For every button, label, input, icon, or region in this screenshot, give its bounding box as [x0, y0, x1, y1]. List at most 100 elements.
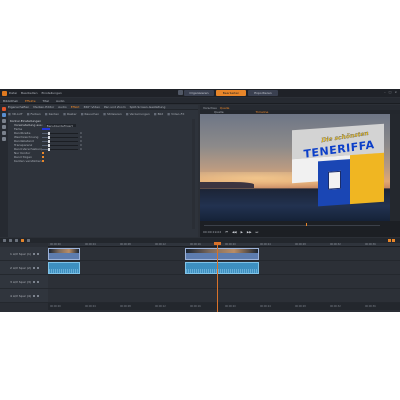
snap-icon[interactable]	[21, 239, 24, 242]
effect-icon[interactable]	[2, 107, 6, 111]
timeline-clip[interactable]	[48, 248, 80, 260]
tab-audio[interactable]: Audio	[56, 99, 65, 103]
filter-distort[interactable]: Verzerrungen	[126, 112, 150, 116]
scrubber-track[interactable]	[204, 225, 380, 226]
go-to-end-button[interactable]: ⏭	[256, 230, 259, 234]
tab-preview[interactable]: Vorschau	[203, 106, 217, 110]
timeline-clip[interactable]	[185, 262, 260, 274]
tab-properties[interactable]: Eigenschaften	[8, 105, 29, 109]
track-lane[interactable]	[48, 247, 400, 261]
track-visibility-icon[interactable]	[33, 294, 36, 297]
preview-panel: Vorschau Quelle Quelle Timeline Die schö…	[200, 105, 400, 237]
ruler-tick-label: 00:00:00	[50, 243, 61, 246]
track-lane[interactable]	[48, 289, 400, 303]
timeline-clip[interactable]	[185, 248, 260, 260]
menu-item-edit[interactable]: Bearbeiten	[21, 91, 37, 95]
track-name: 3 A/V Spur (3)	[10, 279, 32, 284]
play-button[interactable]: ▶	[241, 230, 243, 234]
track-header[interactable]: 4 A/V Spur (4)	[0, 289, 48, 303]
slider-track[interactable]	[42, 135, 78, 139]
checkbox[interactable]	[42, 156, 44, 158]
track-lane[interactable]	[48, 275, 400, 289]
tab-effect[interactable]: Effekt	[71, 105, 80, 109]
title-icon[interactable]	[2, 125, 6, 129]
menu-item-settings[interactable]: Einstellungen	[42, 91, 62, 95]
minimize-button[interactable]: –	[384, 90, 386, 94]
ruler-tick-label: 00:00:12	[155, 243, 166, 246]
zoom-fit-icon[interactable]	[388, 239, 391, 242]
timeline-settings-icon[interactable]	[392, 239, 395, 242]
maximize-button[interactable]: □	[389, 90, 392, 94]
island-silhouette	[200, 182, 254, 188]
close-button[interactable]: ×	[394, 90, 397, 94]
tab-edit[interactable]: Bearbeiten	[216, 90, 246, 96]
scrubber-handle[interactable]	[306, 223, 308, 226]
filter-edges[interactable]: Kanten	[45, 112, 60, 116]
tab-media-editor[interactable]: Medien-Editor	[33, 105, 54, 109]
tab-titles[interactable]: Titel	[43, 99, 49, 103]
marker-icon[interactable]	[27, 239, 30, 242]
filter-stylize[interactable]: Stilisieren	[103, 112, 122, 116]
tab-source[interactable]: Quelle	[220, 106, 230, 110]
tab-library[interactable]: Bibliothek	[3, 99, 18, 103]
video-frame[interactable]: Die schönsten TENERIFFA	[200, 114, 390, 221]
panel-scrollbar[interactable]	[192, 119, 195, 229]
filter-grid[interactable]: Raster	[63, 112, 77, 116]
rewind-button[interactable]: ◀◀	[232, 230, 237, 234]
tab-pan-zoom[interactable]: Pan und Zoom	[104, 105, 126, 109]
undo-icon[interactable]	[15, 239, 18, 242]
filter-video-fx[interactable]: Video-FX	[167, 112, 184, 116]
slider-track[interactable]	[42, 131, 78, 135]
tab-organize[interactable]: Organisieren	[184, 90, 214, 96]
flag-graphic: Die schönsten TENERIFFA	[292, 123, 384, 210]
effect-category-row: 3D-LUT Farben Kanten Raster Rauschen Sti…	[8, 111, 198, 116]
ruler-tick-label: 00:00:36	[365, 305, 376, 308]
ruler-tick-label: 00:00:32	[330, 305, 341, 308]
checkbox[interactable]	[42, 160, 44, 162]
track-header[interactable]: 3 A/V Spur (3)	[0, 275, 48, 289]
slider-track[interactable]	[42, 147, 78, 151]
media-icon[interactable]	[2, 113, 6, 117]
ruler-tick-label: 00:00:20	[225, 305, 236, 308]
tab-audio-editor[interactable]: Audio	[58, 105, 67, 109]
ruler-tick-label: 00:00:12	[155, 305, 166, 308]
track-visibility-icon[interactable]	[33, 280, 36, 283]
track-visibility-icon[interactable]	[33, 266, 36, 269]
home-icon[interactable]	[178, 90, 183, 95]
razor-tool-icon[interactable]	[3, 239, 6, 242]
ruler-tick-label: 00:00:08	[120, 305, 131, 308]
color-icon[interactable]	[2, 137, 6, 141]
playhead-line[interactable]	[216, 243, 218, 312]
slider-track[interactable]	[42, 143, 78, 147]
menu-item-file[interactable]: Datei	[9, 91, 17, 95]
preview-scrubber[interactable]	[200, 223, 400, 227]
track-header[interactable]: 2 A/V Spur (2)	[0, 261, 48, 275]
filter-colors[interactable]: Farben	[27, 112, 41, 116]
track-visibility-icon[interactable]	[33, 252, 36, 255]
filter-noise[interactable]: Rauschen	[81, 112, 100, 116]
go-to-start-button[interactable]: ⏮	[225, 230, 228, 234]
tab-360-video[interactable]: 360°-Video	[83, 105, 100, 109]
transition-icon[interactable]	[2, 131, 6, 135]
track-header[interactable]: 1 A/V Spur (1)	[0, 247, 48, 261]
audio-icon[interactable]	[2, 119, 6, 123]
track-lock-icon[interactable]	[37, 294, 40, 297]
track-lane[interactable]	[48, 261, 400, 275]
tab-export[interactable]: Exportieren	[248, 90, 278, 96]
panel-tabs: Eigenschaften Medien-Editor Audio Effekt…	[8, 105, 198, 110]
timeline-clip[interactable]	[48, 262, 80, 274]
tab-effects[interactable]: Effekte	[25, 99, 36, 103]
filter-3d-lut[interactable]: 3D-LUT	[8, 112, 23, 116]
track-lock-icon[interactable]	[37, 280, 40, 283]
ruler-tick-label: 00:00:20	[225, 243, 236, 246]
color-swatch[interactable]	[42, 128, 50, 130]
filter-image[interactable]: Bild	[154, 112, 164, 116]
tab-split-screen[interactable]: Split-Screen-Gestaltung	[130, 105, 166, 109]
track-lock-icon[interactable]	[37, 252, 40, 255]
trash-icon[interactable]	[9, 239, 12, 242]
ruler-tick-label: 00:00:28	[295, 305, 306, 308]
track-lock-icon[interactable]	[37, 266, 40, 269]
slider-track[interactable]	[42, 139, 78, 143]
fast-forward-button[interactable]: ▶▶	[247, 230, 252, 234]
checkbox[interactable]	[42, 152, 44, 154]
